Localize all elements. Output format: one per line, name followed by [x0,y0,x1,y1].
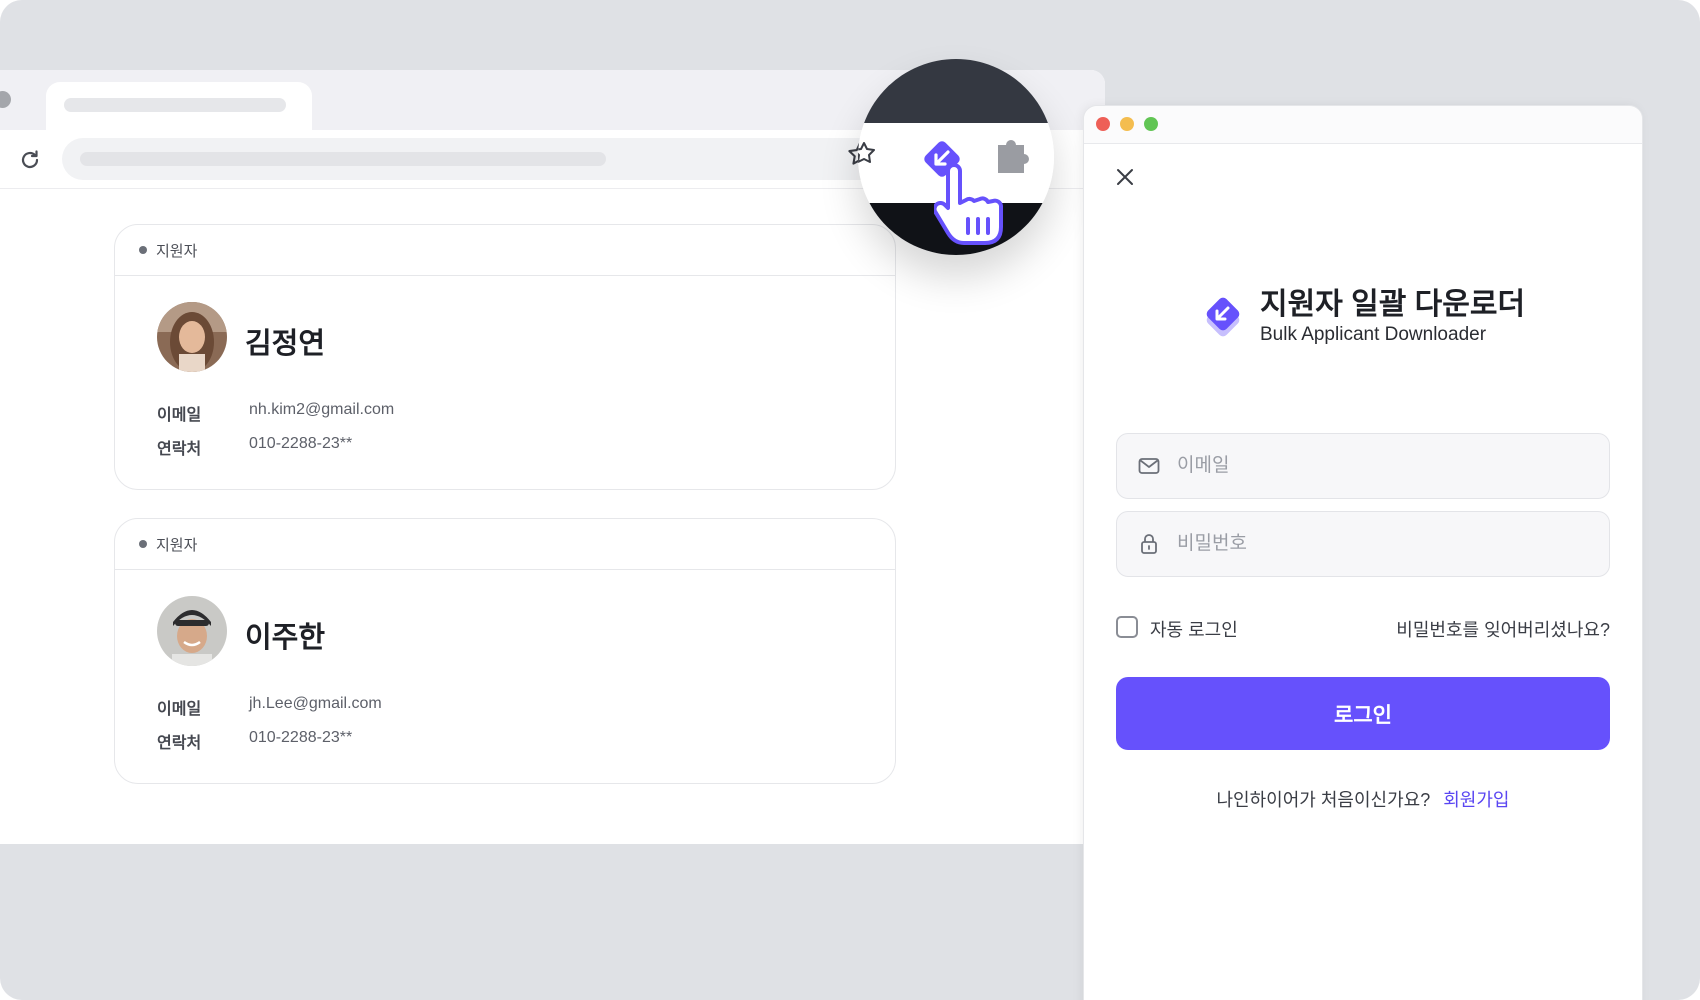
applicant-card[interactable]: 지원자 김정연 이메일 nh.kim2@gmail.com 연락처 010-22… [114,224,896,490]
stage: 지원자 김정연 이메일 nh.kim2@gmail.com 연락처 010-22… [0,0,1700,1000]
applicant-tag: 지원자 [156,536,198,554]
email-label: 이메일 [157,407,202,424]
close-icon[interactable] [1113,165,1137,189]
signup-prompt: 나인하이어가 처음이신가요? [1216,790,1431,810]
close-traffic-light[interactable] [1096,117,1110,131]
extension-popup: 지원자 일괄 다운로더 Bulk Applicant Downloader 자동… [1083,105,1643,1000]
email-row: 이메일 jh.Lee@gmail.com [157,695,382,719]
phone-value: 010-2288-23** [249,435,353,452]
applicant-name: 김정연 [245,328,326,360]
window-control-dot[interactable] [0,91,11,108]
signup-link[interactable]: 회원가입 [1443,790,1509,810]
brand-header: 지원자 일괄 다운로더 Bulk Applicant Downloader [1200,288,1525,346]
signup-row: 나인하이어가 처음이신가요? 회원가입 [1084,786,1642,812]
auto-login-checkbox[interactable] [1116,616,1138,638]
brand-logo-icon [1206,297,1240,337]
login-button[interactable]: 로그인 [1116,677,1610,750]
email-value: jh.Lee@gmail.com [249,695,382,712]
phone-row: 연락처 010-2288-23** [157,435,352,459]
mail-icon [1138,458,1160,474]
bullet-dot [139,246,147,254]
address-bar[interactable] [62,138,898,180]
phone-row: 연락처 010-2288-23** [157,729,352,753]
avatar [157,596,227,666]
maximize-traffic-light[interactable] [1144,117,1158,131]
minimize-traffic-light[interactable] [1120,117,1134,131]
applicant-card[interactable]: 지원자 이주한 이메일 jh.Lee@gmail.com 연락처 010-228… [114,518,896,784]
reload-icon[interactable] [18,148,42,172]
app-subtitle: Bulk Applicant Downloader [1260,324,1487,345]
hand-cursor-icon [934,163,1003,245]
window-titlebar [1084,106,1642,144]
applicant-name: 이주한 [245,622,326,654]
applicant-tag: 지원자 [156,242,198,260]
address-placeholder [80,152,606,166]
toolbar-magnifier [858,59,1054,255]
password-field[interactable] [1116,511,1610,577]
email-input[interactable] [1175,454,1559,478]
forgot-password-link[interactable]: 비밀번호를 잊어버리셨나요? [1396,616,1610,642]
card-header: 지원자 [115,225,895,276]
phone-label: 연락처 [157,441,202,458]
password-input[interactable] [1175,532,1559,556]
auto-login-label[interactable]: 자동 로그인 [1150,616,1238,642]
email-value: nh.kim2@gmail.com [249,401,395,418]
card-header: 지원자 [115,519,895,570]
phone-label: 연락처 [157,735,202,752]
email-field[interactable] [1116,433,1610,499]
app-title: 지원자 일괄 다운로더 [1260,288,1526,321]
phone-value: 010-2288-23** [249,729,353,746]
avatar [157,302,227,372]
email-label: 이메일 [157,701,202,718]
bullet-dot [139,540,147,548]
tab-title-placeholder [64,98,286,112]
lock-icon [1141,534,1157,554]
email-row: 이메일 nh.kim2@gmail.com [157,401,394,425]
